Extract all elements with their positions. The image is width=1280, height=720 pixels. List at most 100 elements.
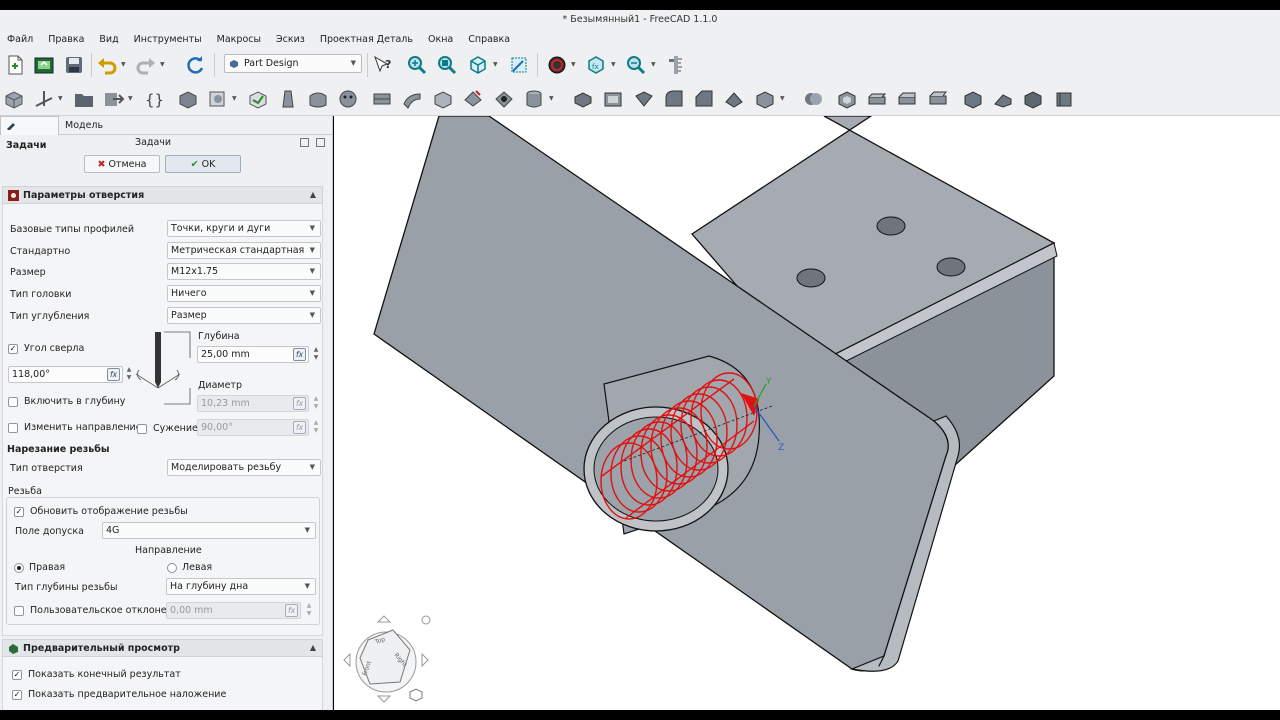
preview-header[interactable]: Предварительный просмотр ▲ [2, 639, 323, 657]
box-icon[interactable] [962, 88, 984, 110]
thickness-icon[interactable] [836, 88, 858, 110]
taper-input[interactable]: 90,00° fx [197, 419, 309, 436]
taper-checkbox[interactable] [137, 424, 147, 434]
measure-zoom-icon[interactable] [625, 54, 647, 76]
expression-icon[interactable]: fx [293, 421, 306, 434]
rotate-up-icon[interactable] [376, 615, 392, 623]
revolution-icon[interactable] [307, 88, 329, 110]
additive-pipe-icon[interactable] [371, 88, 393, 110]
datum-dropdown-icon[interactable]: ▼ [58, 88, 65, 110]
update-thread-checkbox[interactable]: ✓ [14, 507, 24, 517]
binder-dropdown-icon[interactable]: ▼ [232, 88, 239, 110]
pad-icon[interactable] [277, 88, 299, 110]
show-overlay-checkbox[interactable]: ✓ [12, 690, 22, 700]
bracket-hole[interactable] [796, 268, 826, 288]
draft-icon[interactable] [723, 88, 745, 110]
cancel-button[interactable]: ✖ Отмена [84, 155, 160, 173]
menu-help[interactable]: Справка [468, 34, 510, 45]
tab-tasks[interactable]: Задачи [0, 116, 59, 151]
expression-icon[interactable]: fx [293, 397, 306, 410]
refresh-icon[interactable] [184, 54, 206, 76]
taper-spin-arrows[interactable]: ▲ ▼ [311, 419, 321, 436]
navigation-cube[interactable]: Top Right Front [338, 610, 438, 710]
show-final-checkbox[interactable]: ✓ [12, 670, 22, 680]
fit-selection-icon[interactable] [436, 54, 458, 76]
drill-angle-spin-arrows[interactable]: ▲ ▼ [124, 366, 134, 383]
save-document-icon[interactable] [63, 54, 85, 76]
collapse-icon[interactable]: ▲ [310, 643, 316, 652]
folder-icon[interactable] [73, 88, 95, 110]
transform-dropdown-icon[interactable]: ▼ [780, 88, 787, 110]
whats-this-icon[interactable]: ? [372, 54, 394, 76]
rotate-left-icon[interactable] [343, 652, 351, 668]
right-radio[interactable] [14, 563, 24, 573]
groove-icon[interactable] [523, 88, 545, 110]
hole-params-header[interactable]: Параметры отверстия ▲ [2, 186, 323, 204]
additive-primitive-icon[interactable] [432, 88, 454, 110]
linear-pattern-icon[interactable] [602, 88, 624, 110]
menu-tools[interactable]: Инструменты [134, 34, 202, 45]
bracket-hole[interactable] [936, 257, 966, 277]
standard-views-dropdown-icon[interactable]: ▼ [493, 54, 500, 76]
draw-style-icon[interactable] [546, 54, 568, 76]
tab-model[interactable]: Модель [60, 116, 108, 135]
depth-spin-arrows[interactable]: ▲ ▼ [311, 346, 321, 363]
multi-transform-icon[interactable] [754, 88, 776, 110]
workbench-selector[interactable]: Part Design ▼ [224, 54, 362, 73]
rotate-down-icon[interactable] [376, 695, 392, 703]
hole-icon[interactable] [493, 88, 515, 110]
include-depth-checkbox[interactable] [8, 397, 18, 407]
menu-edit[interactable]: Правка [48, 34, 84, 45]
measure-icon[interactable] [665, 54, 687, 76]
tolerance-select[interactable]: 4G ▼ [102, 522, 316, 539]
custom-clearance-input[interactable]: 0,00 mm fx [166, 602, 301, 619]
size-select[interactable]: M12x1.75 ▼ [167, 263, 321, 280]
expression-icon[interactable]: fx [285, 604, 298, 617]
measure-dropdown-icon[interactable]: ▼ [651, 54, 658, 76]
hole-type-select[interactable]: Моделировать резьбу ▼ [167, 459, 321, 476]
fillet-edges-icon[interactable] [866, 88, 888, 110]
box-zoom-icon[interactable] [508, 54, 530, 76]
fillet-icon[interactable] [663, 88, 685, 110]
fit-all-icon[interactable] [406, 54, 428, 76]
expression-icon[interactable]: fx [107, 368, 120, 381]
chamfer-edges-icon[interactable] [896, 88, 918, 110]
clone-icon[interactable] [177, 88, 199, 110]
standard-select[interactable]: Метрическая стандартная ▼ [167, 242, 321, 259]
left-radio[interactable] [167, 563, 177, 573]
chamfer-icon[interactable] [693, 88, 715, 110]
clearance-spin-arrows[interactable]: ▲ ▼ [304, 602, 314, 619]
polar-pattern-icon[interactable] [633, 88, 655, 110]
head-type-select[interactable]: Ничего ▼ [167, 285, 321, 302]
undo-dropdown-icon[interactable]: ▼ [121, 54, 128, 76]
additive-loft-icon[interactable] [337, 88, 359, 110]
menu-sketch[interactable]: Эскиз [276, 34, 305, 45]
view-menu-icon[interactable] [409, 688, 423, 702]
shell-icon[interactable] [1053, 88, 1075, 110]
std-views-group-dropdown-icon[interactable]: ▼ [611, 54, 618, 76]
thread-depth-type-select[interactable]: На глубину дна ▼ [166, 578, 316, 595]
mirrored-icon[interactable] [572, 88, 594, 110]
menu-file[interactable]: Файл [7, 34, 33, 45]
expression-icon[interactable]: fx [293, 348, 306, 361]
menu-windows[interactable]: Окна [428, 34, 453, 45]
export-icon[interactable] [103, 88, 125, 110]
ok-button[interactable]: ✔ OK [165, 155, 241, 173]
diameter-spin-arrows[interactable]: ▲ ▼ [311, 395, 321, 412]
bracket-hole[interactable] [876, 216, 906, 236]
redo-dropdown-icon[interactable]: ▼ [160, 54, 167, 76]
drill-angle-checkbox[interactable]: ✓ [8, 344, 18, 354]
redo-icon[interactable] [135, 54, 157, 76]
reverse-checkbox[interactable] [8, 423, 18, 433]
subtractive-dropdown-icon[interactable]: ▼ [549, 88, 556, 110]
shape-binder-icon[interactable]: {} [143, 88, 165, 110]
menu-view[interactable]: Вид [99, 34, 118, 45]
depth-type-select[interactable]: Размер ▼ [167, 307, 321, 324]
draw-style-dropdown-icon[interactable]: ▼ [571, 54, 578, 76]
navcube-menu-icon[interactable] [421, 615, 431, 625]
datum-icon[interactable] [33, 88, 55, 110]
sketch-icon[interactable] [247, 88, 269, 110]
3d-viewport[interactable]: Z Y Top Right Front [334, 116, 1280, 710]
boolean-icon[interactable] [802, 88, 824, 110]
collapse-icon[interactable]: ▲ [310, 190, 316, 199]
